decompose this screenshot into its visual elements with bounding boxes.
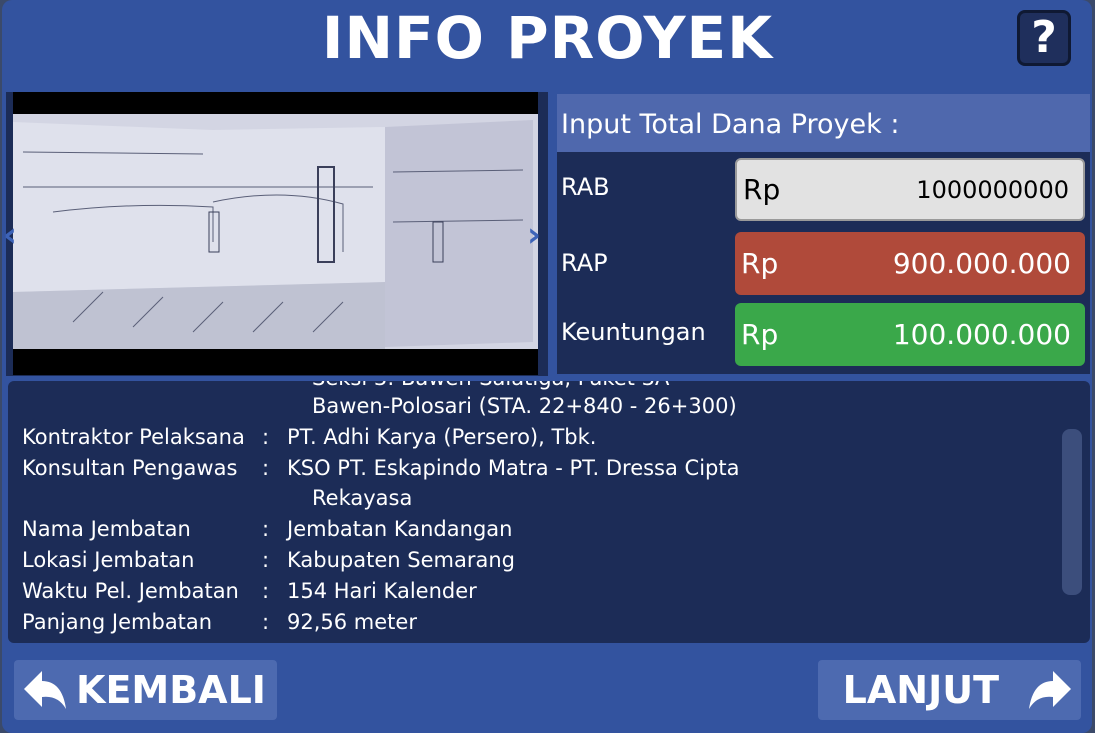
info-colon: :: [262, 610, 270, 634]
list-item: Kontraktor Pelaksana : PT. Adhi Karya (P…: [8, 425, 1058, 455]
info-colon: :: [262, 456, 270, 480]
info-scrollbar[interactable]: [1062, 429, 1082, 595]
project-info-list: Seksi 3: Bawen-Salatiga, Paket 3A Bawen-…: [8, 381, 1058, 643]
rab-value: 1000000000: [916, 175, 1069, 204]
chevron-right-icon[interactable]: ›: [527, 215, 541, 255]
list-item: Konsultan Pengawas : KSO PT. Eskapindo M…: [8, 456, 1058, 486]
info-label: Lokasi Jembatan: [22, 548, 195, 572]
rap-currency: Rp: [741, 247, 779, 280]
list-item-continuation: Rekayasa: [8, 486, 1058, 516]
rap-display: Rp 900.000.000: [735, 232, 1085, 295]
info-value: 92,56 meter: [287, 610, 417, 634]
keuntungan-label: Keuntungan: [561, 318, 706, 346]
info-cut-text: Seksi 3: Bawen-Salatiga, Paket 3A: [312, 381, 669, 390]
rab-currency: Rp: [743, 173, 781, 206]
list-item: Lokasi Jembatan : Kabupaten Semarang: [8, 548, 1058, 578]
blueprint-photo: [13, 92, 538, 375]
blueprint-image: [13, 114, 538, 349]
info-value: 154 Hari Kalender: [287, 579, 477, 603]
rab-label: RAB: [561, 173, 610, 201]
next-button[interactable]: LANJUT: [818, 660, 1081, 720]
back-label: KEMBALI: [76, 668, 266, 712]
info-value: Kabupaten Semarang: [287, 548, 515, 572]
keuntungan-display: Rp 100.000.000: [735, 303, 1085, 366]
arrow-forward-icon: [1029, 671, 1071, 709]
info-value: PT. Adhi Karya (Persero), Tbk.: [287, 425, 597, 449]
info-value-cont: Rekayasa: [312, 486, 413, 510]
info-cont-line: Bawen-Polosari (STA. 22+840 - 26+300): [8, 394, 1058, 424]
info-label: Konsultan Pengawas: [22, 456, 238, 480]
next-label: LANJUT: [842, 668, 999, 712]
keuntungan-value: 100.000.000: [892, 318, 1071, 351]
rap-label: RAP: [561, 249, 608, 277]
fund-heading: Input Total Dana Proyek :: [557, 94, 1090, 152]
info-cont-text: Bawen-Polosari (STA. 22+840 - 26+300): [312, 394, 737, 418]
info-label: Kontraktor Pelaksana: [22, 425, 245, 449]
info-label: Nama Jembatan: [22, 517, 191, 541]
info-colon: :: [262, 425, 270, 449]
page-title: INFO PROYEK: [321, 4, 774, 72]
chevron-left-icon[interactable]: ‹: [3, 215, 17, 255]
arrow-back-icon: [24, 671, 66, 709]
project-info-panel[interactable]: Seksi 3: Bawen-Salatiga, Paket 3A Bawen-…: [8, 381, 1090, 643]
list-item: Waktu Pel. Jembatan : 154 Hari Kalender: [8, 579, 1058, 609]
info-label: Waktu Pel. Jembatan: [22, 579, 239, 603]
help-button[interactable]: ?: [1017, 10, 1071, 66]
rap-value: 900.000.000: [892, 247, 1071, 280]
info-value: KSO PT. Eskapindo Matra - PT. Dressa Cip…: [287, 456, 740, 480]
info-label: Panjang Jembatan: [22, 610, 213, 634]
info-colon: :: [262, 548, 270, 572]
info-colon: :: [262, 517, 270, 541]
list-item: Panjang Jembatan : 92,56 meter: [8, 610, 1058, 640]
rab-input[interactable]: Rp 1000000000: [735, 158, 1085, 221]
back-button[interactable]: KEMBALI: [14, 660, 277, 720]
list-item: Nama Jembatan : Jembatan Kandangan: [8, 517, 1058, 547]
info-colon: :: [262, 579, 270, 603]
info-value: Jembatan Kandangan: [287, 517, 513, 541]
keuntungan-currency: Rp: [741, 318, 779, 351]
